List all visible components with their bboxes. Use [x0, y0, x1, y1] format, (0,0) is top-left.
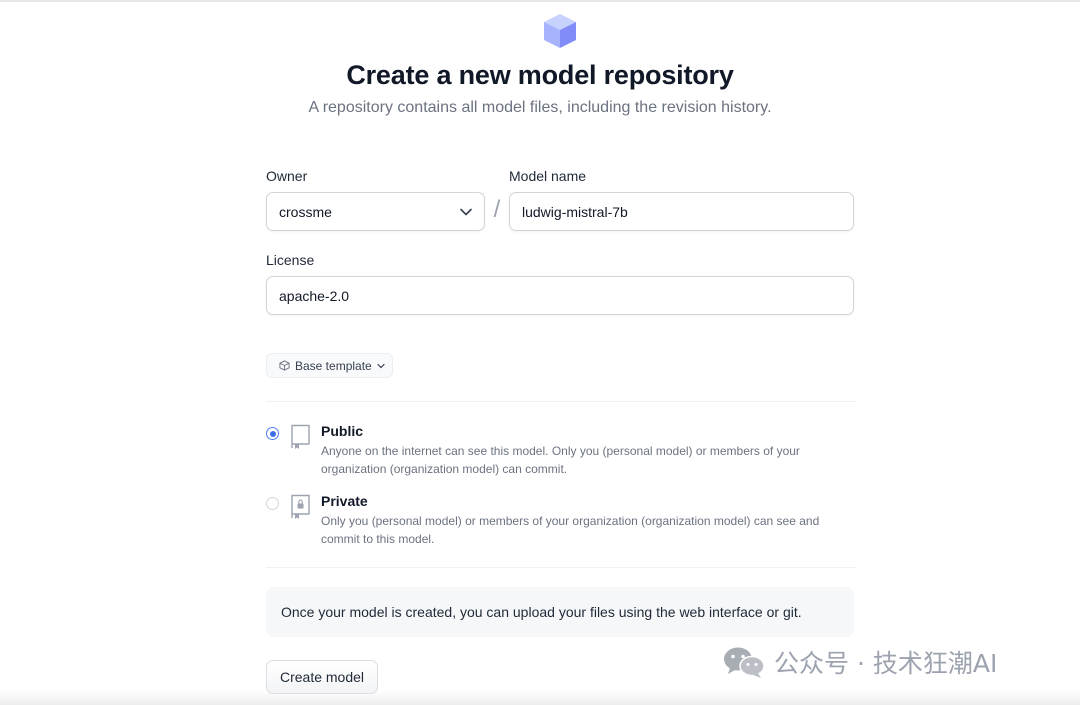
divider: [266, 401, 856, 402]
model-cube-icon: [544, 14, 576, 48]
owner-name-separator: /: [493, 196, 501, 223]
page: Create a new model repository A reposito…: [0, 0, 1080, 705]
top-border: [0, 0, 1080, 2]
page-title: Create a new model repository: [346, 60, 734, 90]
public-description: Anyone on the internet can see this mode…: [321, 444, 800, 476]
base-template-button[interactable]: Base template: [266, 353, 393, 378]
upload-notice: Once your model is created, you can uplo…: [266, 587, 854, 637]
chevron-down-icon: [460, 208, 472, 215]
chevron-down-icon: [377, 363, 385, 368]
watermark-text: 公众号 · 技术狂潮AI: [774, 649, 998, 678]
bottom-fade: [0, 690, 1080, 705]
public-radio[interactable]: [266, 427, 279, 440]
private-title: Private: [321, 493, 368, 509]
create-model-button[interactable]: Create model: [266, 660, 378, 694]
divider: [266, 567, 856, 568]
owner-label: Owner: [266, 168, 308, 184]
private-repo-lock-icon: [291, 494, 310, 519]
license-input[interactable]: [266, 276, 854, 315]
public-title: Public: [321, 423, 364, 439]
upload-notice-text: Once your model is created, you can uplo…: [281, 604, 802, 620]
model-name-input[interactable]: [509, 192, 854, 231]
cube-outline-icon: [279, 360, 290, 371]
page-subtitle: A repository contains all model files, i…: [308, 99, 772, 116]
watermark: 公众号 · 技术狂潮AI: [722, 643, 997, 681]
wechat-icon: [724, 647, 765, 678]
owner-select[interactable]: crossme: [266, 192, 485, 231]
license-label: License: [266, 252, 315, 268]
private-description: Only you (personal model) or members of …: [321, 514, 820, 546]
owner-value: crossme: [279, 203, 332, 220]
public-repo-icon: [291, 424, 310, 449]
base-template-label: Base template: [295, 358, 372, 373]
private-radio[interactable]: [266, 497, 279, 510]
model-name-label: Model name: [509, 168, 587, 184]
